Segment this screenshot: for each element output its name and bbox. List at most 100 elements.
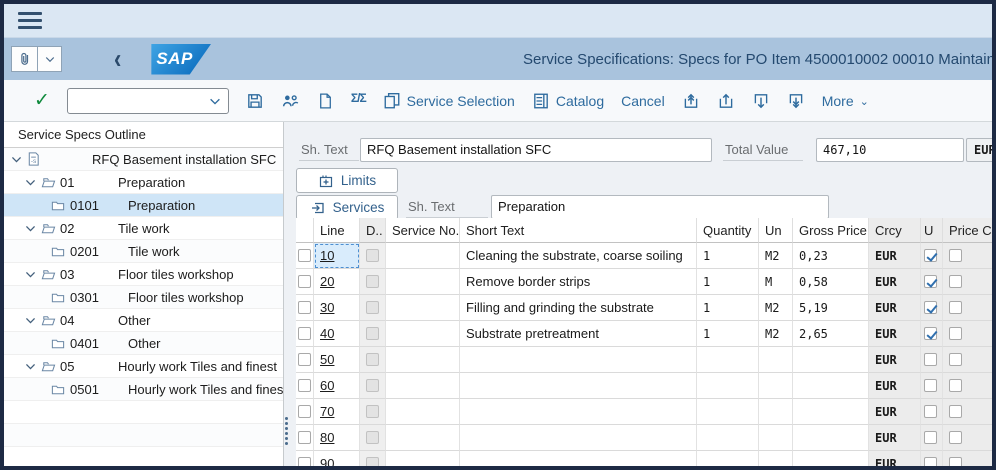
gross-price-cell[interactable] <box>793 451 869 466</box>
panel-splitter[interactable] <box>284 122 292 466</box>
u-checkbox[interactable] <box>924 275 937 288</box>
price-change-checkbox[interactable] <box>949 457 962 466</box>
row-select-checkbox[interactable] <box>298 431 311 444</box>
service-no-cell[interactable] <box>386 243 460 269</box>
line-cell[interactable]: 70 <box>314 399 360 425</box>
u-checkbox[interactable] <box>924 431 937 444</box>
last-page-button[interactable] <box>787 92 805 110</box>
line-cell[interactable]: 10 <box>314 243 360 269</box>
line-cell[interactable]: 60 <box>314 373 360 399</box>
price-change-checkbox[interactable] <box>949 405 962 418</box>
attachment-dropdown-chevron-icon[interactable] <box>38 46 62 72</box>
short-text-cell[interactable] <box>460 399 697 425</box>
short-text-cell[interactable]: Substrate pretreatment <box>460 321 697 347</box>
service-no-cell[interactable] <box>386 425 460 451</box>
u-checkbox[interactable] <box>924 327 937 340</box>
unit-cell[interactable] <box>759 425 793 451</box>
unit-cell[interactable] <box>759 451 793 466</box>
line-cell[interactable]: 40 <box>314 321 360 347</box>
row-select-checkbox[interactable] <box>298 327 311 340</box>
service-sh-text-input[interactable]: Preparation <box>491 195 829 219</box>
quantity-cell[interactable]: 1 <box>697 321 759 347</box>
tree-item[interactable]: -s 03 Floor tiles workshop <box>4 263 283 286</box>
quantity-cell[interactable] <box>697 373 759 399</box>
catalog-button[interactable]: Catalog <box>532 92 604 110</box>
u-checkbox[interactable] <box>924 249 937 262</box>
service-no-cell[interactable] <box>386 321 460 347</box>
tree-item[interactable]: -s 01 Preparation <box>4 171 283 194</box>
tree-item[interactable]: -s 0201 Tile work <box>4 240 283 263</box>
gross-price-cell[interactable] <box>793 347 869 373</box>
services-button[interactable]: Services <box>296 195 398 220</box>
gross-price-cell[interactable] <box>793 399 869 425</box>
short-text-cell[interactable] <box>460 347 697 373</box>
short-text-cell[interactable]: Remove border strips <box>460 269 697 295</box>
column-header-un[interactable]: Un <box>759 218 793 243</box>
column-header-crcy[interactable]: Crcy <box>869 218 921 243</box>
column-header-u[interactable]: U <box>921 218 943 243</box>
quantity-cell[interactable] <box>697 425 759 451</box>
row-select-checkbox[interactable] <box>298 353 311 366</box>
service-no-cell[interactable] <box>386 399 460 425</box>
service-no-cell[interactable] <box>386 269 460 295</box>
chevron-down-icon[interactable] <box>24 360 40 373</box>
service-no-cell[interactable] <box>386 451 460 466</box>
gross-price-cell[interactable]: 0,23 <box>793 243 869 269</box>
blank-page-button[interactable] <box>317 92 334 110</box>
u-checkbox[interactable] <box>924 301 937 314</box>
gross-price-cell[interactable] <box>793 425 869 451</box>
tree-item[interactable]: -s 0501 Hourly work Tiles and finest <box>4 378 283 401</box>
chevron-down-icon[interactable] <box>24 176 40 189</box>
price-change-checkbox[interactable] <box>949 379 962 392</box>
price-change-checkbox[interactable] <box>949 275 962 288</box>
sum-ratio-button[interactable]: Σ/Σ <box>351 94 366 108</box>
u-checkbox[interactable] <box>924 457 937 466</box>
price-change-checkbox[interactable] <box>949 249 962 262</box>
total-value-input[interactable]: 467,10 <box>816 138 964 162</box>
u-checkbox[interactable] <box>924 353 937 366</box>
quantity-cell[interactable]: 1 <box>697 243 759 269</box>
short-text-cell[interactable] <box>460 451 697 466</box>
price-change-checkbox[interactable] <box>949 301 962 314</box>
chevron-down-icon[interactable] <box>24 222 40 235</box>
paperclip-icon[interactable] <box>11 46 38 72</box>
column-header-short-text[interactable]: Short Text <box>460 218 697 243</box>
line-cell[interactable]: 50 <box>314 347 360 373</box>
price-change-checkbox[interactable] <box>949 431 962 444</box>
unit-cell[interactable] <box>759 347 793 373</box>
column-header-price-change[interactable]: Price C... <box>943 218 992 243</box>
short-text-cell[interactable] <box>460 373 697 399</box>
service-no-cell[interactable] <box>386 295 460 321</box>
unit-cell[interactable]: M <box>759 269 793 295</box>
gross-price-cell[interactable] <box>793 373 869 399</box>
people-button[interactable] <box>281 92 300 110</box>
column-header-quantity[interactable]: Quantity <box>697 218 759 243</box>
line-cell[interactable]: 80 <box>314 425 360 451</box>
unit-cell[interactable] <box>759 399 793 425</box>
hamburger-menu-icon[interactable] <box>18 12 42 29</box>
gross-price-cell[interactable]: 5,19 <box>793 295 869 321</box>
short-text-cell[interactable]: Cleaning the substrate, coarse soiling <box>460 243 697 269</box>
cancel-button[interactable]: Cancel <box>621 93 665 109</box>
more-button[interactable]: More ⌄ <box>822 93 869 109</box>
previous-page-button[interactable] <box>717 92 735 110</box>
tree-item[interactable]: -s 02 Tile work <box>4 217 283 240</box>
tree-item[interactable]: -s 05 Hourly work Tiles and finest <box>4 355 283 378</box>
quantity-cell[interactable] <box>697 399 759 425</box>
sh-text-input[interactable]: RFQ Basement installation SFC <box>360 138 712 162</box>
short-text-cell[interactable]: Filling and grinding the substrate <box>460 295 697 321</box>
row-select-checkbox[interactable] <box>298 301 311 314</box>
tree-item[interactable]: -s 0101 Preparation <box>4 194 283 217</box>
service-selection-button[interactable]: Service Selection <box>383 92 515 110</box>
u-checkbox[interactable] <box>924 405 937 418</box>
quantity-cell[interactable] <box>697 451 759 466</box>
quantity-cell[interactable] <box>697 347 759 373</box>
price-change-checkbox[interactable] <box>949 327 962 340</box>
unit-cell[interactable]: M2 <box>759 321 793 347</box>
unit-cell[interactable]: M2 <box>759 295 793 321</box>
tree-item[interactable]: -s 0401 Other <box>4 332 283 355</box>
column-header-service-no[interactable]: Service No. <box>386 218 460 243</box>
chevron-down-icon[interactable] <box>10 153 26 166</box>
gross-price-cell[interactable]: 0,58 <box>793 269 869 295</box>
limits-button[interactable]: Limits <box>296 168 398 193</box>
